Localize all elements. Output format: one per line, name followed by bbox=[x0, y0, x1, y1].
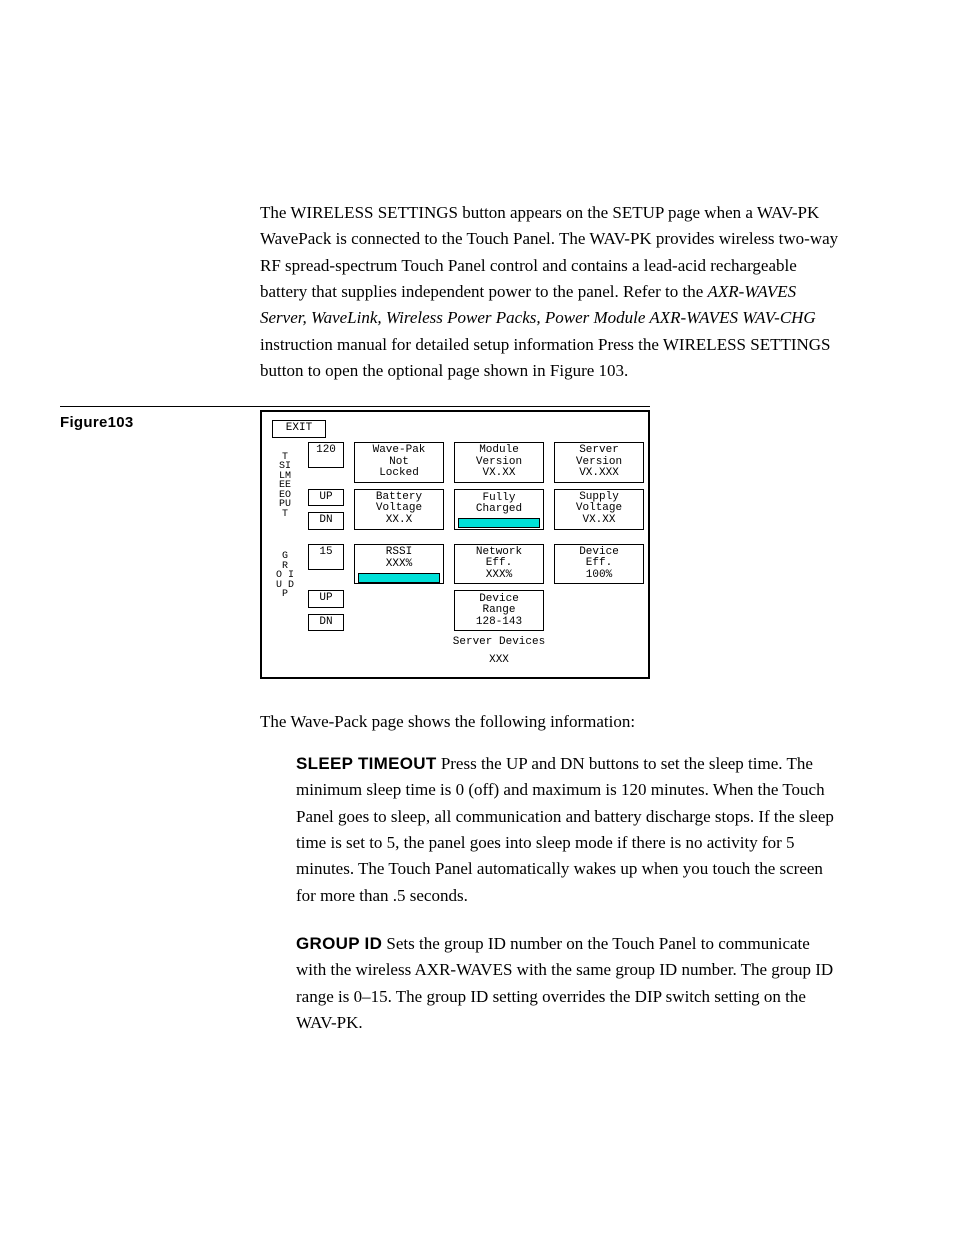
panel-grid: TSILMEEEOPU T 120 Wave-PakNotLocked Modu… bbox=[272, 442, 638, 667]
exit-button[interactable]: EXIT bbox=[272, 420, 326, 438]
device-range-display: DeviceRange128-143 bbox=[454, 590, 544, 631]
server-devices-label: Server Devices bbox=[354, 637, 644, 649]
group-up-button[interactable]: UP bbox=[308, 590, 344, 608]
sleep-dn-button[interactable]: DN bbox=[308, 512, 344, 530]
charge-bar bbox=[458, 518, 540, 528]
definitions-block: SLEEP TIMEOUT Press the UP and DN button… bbox=[296, 751, 840, 1036]
after-figure-paragraph: The Wave-Pack page shows the following i… bbox=[260, 709, 840, 735]
server-version-display: ServerVersionVX.XXX bbox=[554, 442, 644, 483]
sleep-value-display: 120 bbox=[308, 442, 344, 468]
supply-voltage-display: SupplyVoltageVX.XX bbox=[554, 489, 644, 530]
group-id-vlabel: GRO IU DP bbox=[272, 552, 298, 600]
wavepak-status-display: Wave-PakNotLocked bbox=[354, 442, 444, 483]
sleep-timeout-heading: SLEEP TIMEOUT bbox=[296, 754, 437, 773]
intro-text-b: instruction manual for detailed setup in… bbox=[260, 335, 831, 380]
rssi-display: RSSIXXX% bbox=[354, 544, 444, 585]
sleep-timeout-paragraph: SLEEP TIMEOUT Press the UP and DN button… bbox=[296, 751, 840, 909]
body-column: The WIRELESS SETTINGS button appears on … bbox=[260, 200, 840, 1036]
group-dn-button[interactable]: DN bbox=[308, 614, 344, 632]
figure-rule bbox=[60, 406, 650, 407]
sleep-timeout-body: Press the UP and DN buttons to set the s… bbox=[296, 754, 834, 905]
network-eff-display: NetworkEff.XXX% bbox=[454, 544, 544, 585]
battery-voltage-display: BatteryVoltageXX.X bbox=[354, 489, 444, 530]
module-version-display: ModuleVersionVX.XX bbox=[454, 442, 544, 483]
sleep-up-button[interactable]: UP bbox=[308, 489, 344, 507]
rssi-bar bbox=[358, 573, 440, 583]
figure-label: Figure103 bbox=[60, 414, 230, 431]
sleep-timeout-vlabel: TSILMEEEOPU T bbox=[272, 453, 298, 520]
wavepack-panel: EXIT TSILMEEEOPU T 120 Wave-PakNotLocked… bbox=[260, 410, 650, 678]
fully-charged-display: FullyCharged bbox=[454, 489, 544, 530]
document-page: The WIRELESS SETTINGS button appears on … bbox=[0, 0, 954, 1118]
figure-103: Figure103 EXIT TSILMEEEOPU T 120 Wave-Pa… bbox=[260, 410, 840, 678]
intro-paragraph: The WIRELESS SETTINGS button appears on … bbox=[260, 200, 840, 384]
group-value-display: 15 bbox=[308, 544, 344, 570]
group-id-heading: GROUP ID bbox=[296, 934, 382, 953]
group-id-paragraph: GROUP ID Sets the group ID number on the… bbox=[296, 931, 840, 1036]
server-devices-value: XXX bbox=[354, 655, 644, 667]
device-eff-display: DeviceEff.100% bbox=[554, 544, 644, 585]
